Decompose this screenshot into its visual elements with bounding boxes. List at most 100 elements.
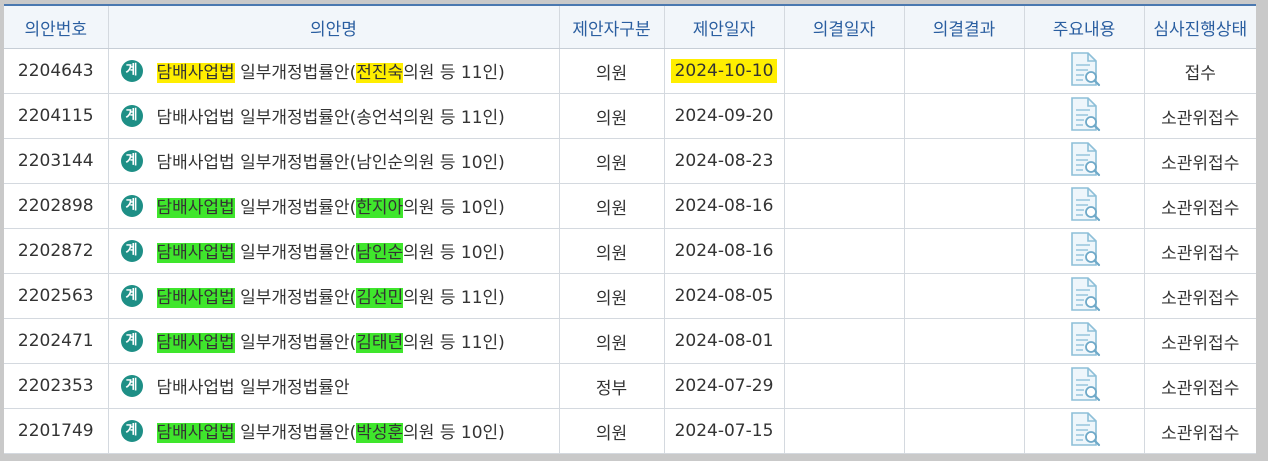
review-status-cell: 소관위접수 [1144, 273, 1256, 319]
proposal-date-cell: 2024-08-16 [664, 183, 785, 229]
bill-proposer-suffix: 의원 등 10인) [403, 153, 505, 173]
proposer-type-cell: 의원 [559, 228, 665, 274]
proposer-type-cell: 의원 [559, 273, 665, 319]
resolution-result-cell [904, 93, 1025, 139]
bill-proposer-name: 남인순 [356, 153, 404, 173]
bill-title-link[interactable]: 담배사업법 일부개정법률안(남인순의원 등 10인) [156, 243, 505, 263]
proposal-date-cell: 2024-07-29 [664, 363, 785, 409]
proposal-date-text: 2024-09-20 [674, 106, 774, 126]
review-status-cell: 소관위접수 [1144, 183, 1256, 229]
resolution-date-cell [784, 138, 905, 184]
document-search-icon[interactable] [1066, 140, 1102, 183]
column-header-resolution-result: 의결결과 [904, 6, 1025, 49]
bill-name-cell: 계 담배사업법 일부개정법률안(김선민의원 등 11인) [108, 273, 560, 319]
bill-name-cell: 계 담배사업법 일부개정법률안(송언석의원 등 11인) [108, 93, 560, 139]
bill-law-name: 담배사업법 [156, 423, 235, 443]
proposal-date-cell: 2024-10-10 [664, 48, 785, 94]
bill-title-link[interactable]: 담배사업법 일부개정법률안(박성훈의원 등 10인) [156, 423, 505, 443]
bill-proposer-name: 김태년 [356, 333, 404, 353]
review-status-cell: 소관위접수 [1144, 363, 1256, 409]
bill-amendment-label: 일부개정법률안 [234, 423, 350, 443]
review-status-cell: 소관위접수 [1144, 138, 1256, 184]
proposal-date-cell: 2024-08-23 [664, 138, 785, 184]
column-header-proposer-type: 제안자구분 [559, 6, 665, 49]
table-row: 2203144 계 담배사업법 일부개정법률안(남인순의원 등 10인) 의원 2024… [4, 138, 1256, 184]
bill-name-cell: 계 담배사업법 일부개정법률안(박성훈의원 등 10인) [108, 408, 560, 454]
table-row: 2202353 계 담배사업법 일부개정법률안 정부 2024-07-29 소관위접수 [4, 363, 1256, 409]
proposer-type-cell: 의원 [559, 408, 665, 454]
bill-no-cell: 2204115 [4, 93, 109, 139]
resolution-date-cell [784, 228, 905, 274]
bill-title-link[interactable]: 담배사업법 일부개정법률안(송언석의원 등 11인) [157, 108, 505, 128]
summary-cell [1024, 228, 1145, 274]
document-search-icon[interactable] [1066, 320, 1102, 363]
document-search-icon[interactable] [1066, 410, 1102, 453]
document-search-icon[interactable] [1066, 230, 1102, 273]
bill-law-name: 담배사업법 [156, 378, 235, 398]
bill-law-name: 담배사업법 [156, 333, 235, 353]
proposal-date-cell: 2024-08-16 [664, 228, 785, 274]
resolution-result-cell [904, 363, 1025, 409]
document-search-icon[interactable] [1066, 365, 1102, 408]
bill-title-link[interactable]: 담배사업법 일부개정법률안(김선민의원 등 11인) [156, 288, 505, 308]
bill-proposer-name: 전진숙 [356, 63, 404, 83]
proposal-date-text: 2024-08-16 [674, 241, 774, 261]
gye-badge-icon: 계 [120, 420, 143, 442]
header-row: 의안번호 의안명 제안자구분 제안일자 의결일자 의결결과 주요내용 심사진행상… [4, 6, 1256, 49]
bill-title-link[interactable]: 담배사업법 일부개정법률안(전진숙의원 등 11인) [156, 63, 505, 83]
table-row: 2202471 계 담배사업법 일부개정법률안(김태년의원 등 11인) 의원 2024… [4, 318, 1256, 364]
resolution-date-cell [784, 318, 905, 364]
document-search-icon[interactable] [1066, 185, 1102, 228]
bill-title-link[interactable]: 담배사업법 일부개정법률안(남인순의원 등 10인) [157, 153, 505, 173]
bill-amendment-label: 일부개정법률안 [234, 288, 350, 308]
table-row: 2201749 계 담배사업법 일부개정법률안(박성훈의원 등 10인) 의원 2024… [4, 408, 1256, 454]
gye-badge-icon: 계 [120, 195, 143, 217]
bill-name-cell: 계 담배사업법 일부개정법률안(전진숙의원 등 11인) [108, 48, 560, 94]
summary-cell [1024, 408, 1145, 454]
proposer-type-cell: 의원 [559, 183, 665, 229]
bill-title-link[interactable]: 담배사업법 일부개정법률안(김태년의원 등 11인) [156, 333, 505, 353]
bill-proposer-suffix: 의원 등 10인) [403, 423, 505, 443]
proposal-date-text: 2024-08-05 [674, 286, 774, 306]
table-body: 2204643 계 담배사업법 일부개정법률안(전진숙의원 등 11인) 의원 2024… [4, 48, 1256, 454]
document-search-icon[interactable] [1066, 50, 1102, 93]
proposer-type-cell: 정부 [559, 363, 665, 409]
bill-law-name: 담배사업법 [156, 288, 235, 308]
summary-cell [1024, 318, 1145, 364]
bill-amendment-label: 일부개정법률안 [234, 153, 350, 173]
bill-law-name: 담배사업법 [156, 63, 235, 83]
proposal-date-cell: 2024-09-20 [664, 93, 785, 139]
bill-proposer-name: 박성훈 [356, 423, 404, 443]
bill-title-link[interactable]: 담배사업법 일부개정법률안 [157, 378, 350, 398]
bill-title-link[interactable]: 담배사업법 일부개정법률안(한지아의원 등 10인) [156, 198, 505, 218]
gye-badge-icon: 계 [120, 285, 143, 307]
document-search-icon[interactable] [1066, 95, 1102, 138]
gye-badge-icon: 계 [120, 375, 143, 397]
resolution-date-cell [784, 363, 905, 409]
gye-badge-icon: 계 [120, 60, 143, 82]
resolution-result-cell [904, 183, 1025, 229]
resolution-result-cell [904, 138, 1025, 184]
proposer-type-cell: 의원 [559, 93, 665, 139]
document-search-icon[interactable] [1066, 275, 1102, 318]
bill-proposer-suffix: 의원 등 11인) [403, 63, 505, 83]
gye-badge-icon: 계 [120, 105, 143, 127]
bill-name-cell: 계 담배사업법 일부개정법률안(김태년의원 등 11인) [108, 318, 560, 364]
bill-proposer-name: 송언석 [356, 108, 404, 128]
summary-cell [1024, 48, 1145, 94]
bill-proposer-suffix: 의원 등 10인) [403, 243, 505, 263]
bill-no-cell: 2202471 [4, 318, 109, 364]
bill-amendment-label: 일부개정법률안 [234, 243, 350, 263]
bill-proposer-suffix: 의원 등 10인) [403, 198, 505, 218]
proposer-type-cell: 의원 [559, 138, 665, 184]
review-status-cell: 소관위접수 [1144, 93, 1256, 139]
bill-no-cell: 2204643 [4, 48, 109, 94]
table-row: 2202872 계 담배사업법 일부개정법률안(남인순의원 등 10인) 의원 2024… [4, 228, 1256, 274]
review-status-cell: 소관위접수 [1144, 228, 1256, 274]
review-status-cell: 접수 [1144, 48, 1256, 94]
gye-badge-icon: 계 [120, 240, 143, 262]
column-header-summary: 주요내용 [1024, 6, 1145, 49]
table-row: 2202563 계 담배사업법 일부개정법률안(김선민의원 등 11인) 의원 2024… [4, 273, 1256, 319]
bill-name-cell: 계 담배사업법 일부개정법률안(남인순의원 등 10인) [108, 138, 560, 184]
bill-proposer-name: 한지아 [356, 198, 404, 218]
